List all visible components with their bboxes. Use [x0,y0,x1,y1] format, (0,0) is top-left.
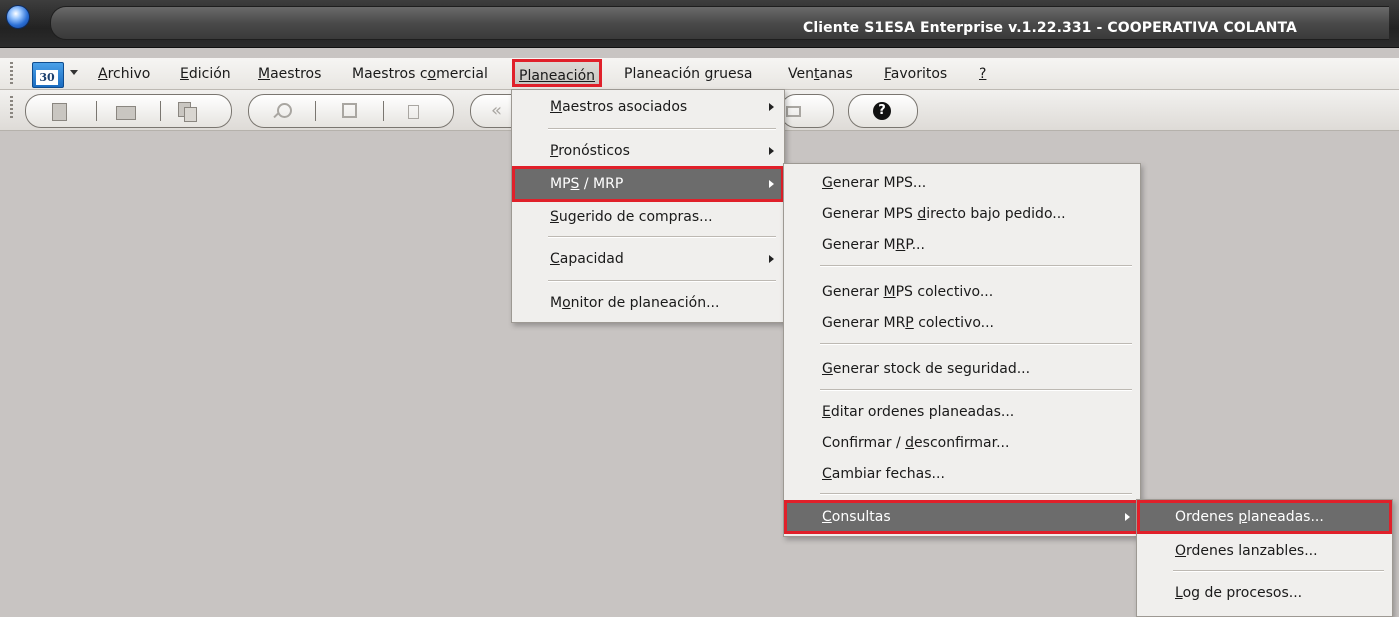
menu-planeacion[interactable]: Planeación [512,59,603,87]
menu-favoritos-label: avoritos [890,66,948,82]
menu-item-sugerido-compras[interactable]: Sugerido de compras... [512,202,784,232]
toolbar-group-help: ? [848,94,918,128]
help-icon[interactable]: ? [873,102,891,120]
menu-maestros-comercial[interactable]: Maestros comercial [348,64,492,84]
menu-maestros[interactable]: Maestros [254,64,325,84]
consultas-submenu: Ordenes planeadas... Ordenes lanzables..… [1136,499,1393,617]
menu-item-mps-mrp[interactable]: MPS / MRP [512,166,784,202]
menu-item-consultas[interactable]: Consultas [784,500,1140,534]
chevron-down-icon[interactable] [70,70,78,75]
menubar-grip[interactable] [10,62,13,86]
menu-item-pronosticos[interactable]: Pronósticos [512,136,784,166]
calendar-day: 30 [36,70,58,85]
mps-mrp-submenu: Generar MPS... Generar MPS directo bajo … [783,163,1141,537]
window-title: Cliente S1ESA Enterprise v.1.22.331 - CO… [803,20,1297,36]
menu-edicion[interactable]: Edición [176,64,235,84]
menu-favoritos[interactable]: Favoritos [880,64,951,84]
menu-help[interactable]: ? [975,64,990,84]
menu-ventanas[interactable]: Ventanas [784,64,857,84]
menu-item-cambiar-fechas[interactable]: Cambiar fechas... [784,459,1140,489]
menu-bar: 30 Archivo Edición Maestros Maestros com… [0,58,1399,90]
menu-item-generar-mrp[interactable]: Generar MRP... [784,230,1140,260]
menu-item-generar-mps-colectivo[interactable]: Generar MPS colectivo... [784,277,1140,307]
menu-ventanas-label: Ventanas [788,66,853,82]
chevron-right-icon [769,255,774,263]
menu-item-generar-mps[interactable]: Generar MPS... [784,168,1140,198]
menu-item-generar-mrp-colectivo[interactable]: Generar MRP colectivo... [784,308,1140,338]
back-icon[interactable]: « [491,102,509,120]
menu-item-monitor-planeacion[interactable]: Monitor de planeación... [512,288,784,318]
menu-planeacion-gruesa-label: Planeación gruesa [624,66,753,82]
menu-help-label: ? [979,66,987,82]
menu-item-generar-mps-directo[interactable]: Generar MPS directo bajo pedido... [784,199,1140,229]
menu-edicion-label: dición [188,66,231,82]
menu-archivo-label: rchivo [107,66,151,82]
save-icon[interactable] [341,102,359,120]
new-document-icon[interactable] [50,102,68,121]
toolbar-group-file [25,94,232,128]
chevron-right-icon [769,180,774,188]
menu-maestros-comercial-label: Maestros comercial [352,66,488,82]
toolbar-group-edit [248,94,454,128]
title-bar: Cliente S1ESA Enterprise v.1.22.331 - CO… [0,0,1399,48]
copy-icon[interactable] [178,102,197,122]
menu-item-capacidad[interactable]: Capacidad [512,244,784,274]
chevron-right-icon [1125,513,1130,521]
delete-icon[interactable] [405,102,423,120]
menu-item-ordenes-lanzables[interactable]: Ordenes lanzables... [1137,536,1392,566]
chevron-right-icon [769,147,774,155]
planeacion-dropdown: Maestros asociados Pronósticos MPS / MRP… [511,89,785,323]
open-folder-icon[interactable] [116,102,136,120]
menu-item-confirmar[interactable]: Confirmar / desconfirmar... [784,428,1140,458]
search-icon[interactable] [273,102,292,120]
app-orb-icon[interactable] [6,5,30,29]
menu-item-editar-ordenes[interactable]: Editar ordenes planeadas... [784,397,1140,427]
calendar-icon[interactable]: 30 [32,62,64,88]
menu-planeacion-label: Planeación [519,68,596,84]
menu-item-ordenes-planeadas[interactable]: Ordenes planeadas... [1137,500,1392,534]
menu-item-maestros-asociados[interactable]: Maestros asociados [512,92,784,122]
print-icon[interactable] [785,102,803,120]
menu-item-generar-stock-seguridad[interactable]: Generar stock de seguridad... [784,354,1140,384]
menu-item-log-procesos[interactable]: Log de procesos... [1137,578,1392,608]
menu-archivo[interactable]: Archivo [94,64,154,84]
toolbar-group-print [780,94,834,128]
menu-planeacion-gruesa[interactable]: Planeación gruesa [620,64,756,84]
toolbar-grip[interactable] [10,96,13,120]
menu-maestros-label: aestros [270,66,322,82]
chevron-right-icon [769,103,774,111]
